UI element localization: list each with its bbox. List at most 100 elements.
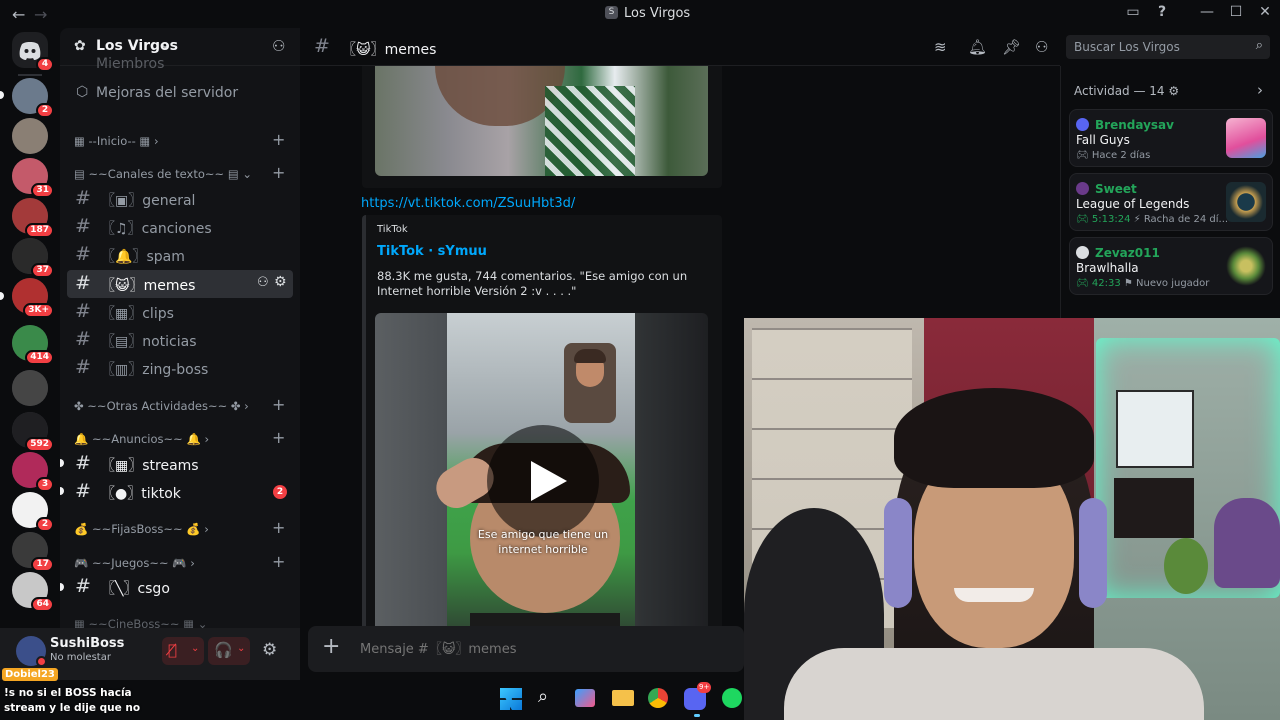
back-arrow-icon[interactable]: ← <box>12 5 25 24</box>
category-juegos[interactable]: 🎮 ~~Juegos~~ 🎮 › <box>74 556 195 570</box>
inbox-icon[interactable]: ▭ <box>1123 4 1143 20</box>
activity-card[interactable]: Zevaz011 Brawlhalla 🎮︎ 42:33 ⚑ Nuevo jug… <box>1069 237 1273 295</box>
channel-memes[interactable]: # 〖😺〗memes ⚇ ⚙ <box>67 270 293 298</box>
chat-message: !s no si el BOSS hacía stream y le dije … <box>4 687 141 714</box>
hash-icon: # <box>75 215 91 237</box>
activity-user: Sweet <box>1095 182 1137 196</box>
guild-icon-6[interactable]: 3K+ <box>12 278 54 318</box>
discord-taskbar-icon[interactable]: 9+ <box>684 682 712 710</box>
search-box[interactable]: Buscar Los Virgos ⌕ <box>1066 35 1270 59</box>
server-boosts-item[interactable]: Mejoras del servidor <box>96 85 238 101</box>
discord-home-button[interactable]: 4 <box>12 32 54 72</box>
invite-icon[interactable]: ⚇ <box>272 37 285 55</box>
category-cine[interactable]: ▦ ~~CineBoss~~ ▦ ⌄ <box>74 617 207 628</box>
guild-icon-8[interactable] <box>12 370 48 406</box>
category-anuncios[interactable]: 🔔 ~~Anuncios~~ 🔔 › <box>74 432 209 446</box>
channel-csgo[interactable]: # 〖╲〗csgo <box>67 573 293 601</box>
channel-clips[interactable]: # 〖▦〗clips <box>67 298 293 326</box>
forward-arrow-icon[interactable]: → <box>34 5 47 24</box>
invite-icon[interactable]: ⚇ <box>257 275 269 290</box>
add-attachment-button[interactable]: + <box>322 636 340 658</box>
add-channel-icon[interactable]: + <box>272 163 285 182</box>
tiktok-embed: TikTok TikTok · sYmuu 88.3K me gusta, 74… <box>362 215 722 655</box>
avatar <box>1076 182 1089 195</box>
avatar <box>1076 246 1089 259</box>
bell-icon[interactable]: 🔔︎ <box>968 38 987 56</box>
guild-icon-3[interactable]: 31 <box>12 158 54 198</box>
embed-title[interactable]: TikTok · sYmuu <box>377 244 487 259</box>
members-icon[interactable]: ⚇ <box>1035 38 1048 56</box>
file-explorer-icon[interactable] <box>612 690 634 706</box>
category-otras[interactable]: ✤ ~~Otras Actividades~~ ✤ › <box>74 399 249 413</box>
close-icon[interactable]: ✕ <box>1255 4 1275 20</box>
message-input[interactable] <box>360 635 730 663</box>
tiktok-video[interactable]: Ese amigo que tiene un internet horrible <box>375 313 708 655</box>
guild-icon-10[interactable]: 3 <box>12 452 54 492</box>
guild-divider <box>18 74 42 76</box>
guild-icon-7[interactable]: 414 <box>12 325 54 365</box>
guild-icon-5[interactable]: 37 <box>12 238 54 278</box>
guild-icon-1[interactable]: 2 <box>12 78 54 118</box>
gear-icon[interactable]: ⚙ <box>274 274 287 290</box>
minimize-icon[interactable]: — <box>1197 4 1217 20</box>
add-channel-icon[interactable]: + <box>272 130 285 149</box>
add-channel-icon[interactable]: + <box>272 395 285 414</box>
activity-card[interactable]: Brendaysav Fall Guys 🎮︎ Hace 2 días <box>1069 109 1273 167</box>
spotify-icon[interactable] <box>722 688 742 708</box>
guild-icon-2[interactable] <box>12 118 48 154</box>
deafen-button[interactable]: 🎧 ⌄ <box>208 637 250 665</box>
meme-image[interactable] <box>375 66 708 176</box>
guild-icon-4[interactable]: 187 <box>12 198 54 238</box>
guild-icon-9[interactable]: 592 <box>12 412 54 452</box>
add-channel-icon[interactable]: + <box>272 552 285 571</box>
activity-game: League of Legends <box>1076 197 1190 211</box>
search-icon[interactable]: ⌕ <box>538 686 548 707</box>
channel-label: spam <box>146 249 185 265</box>
channel-canciones[interactable]: # 〖♫〗canciones <box>67 213 293 241</box>
play-button[interactable] <box>487 425 599 537</box>
server-list: 4 2 31 187 37 3K+ 414 592 3 2 17 64 <box>0 28 60 678</box>
gear-icon[interactable]: ⚙ <box>262 640 277 660</box>
mute-button[interactable]: 🎙̸ ⌄ <box>162 637 204 665</box>
search-input: Buscar Los Virgos <box>1074 40 1180 54</box>
members-item[interactable]: Miembros <box>96 56 164 72</box>
avatar <box>1076 118 1089 131</box>
guild-icon-13[interactable]: 64 <box>12 572 54 612</box>
guild-icon-12[interactable]: 17 <box>12 532 54 572</box>
activity-card[interactable]: Sweet League of Legends 🎮︎ 5:13:24 ⚡ Rac… <box>1069 173 1273 231</box>
threads-icon[interactable]: ≋ <box>934 38 947 56</box>
embed-provider: TikTok <box>377 224 408 235</box>
gear-icon[interactable]: ⚙ <box>1168 84 1179 98</box>
channel-noticias[interactable]: # 〖▤〗noticias <box>67 326 293 354</box>
channel-zing-boss[interactable]: # 〖▥〗zing-boss <box>67 354 293 382</box>
guild-badge: 37 <box>31 263 54 278</box>
channel-spam[interactable]: # 〖🔔〗spam <box>67 241 293 269</box>
category-fijas[interactable]: 💰 ~~FijasBoss~~ 💰 › <box>74 522 209 536</box>
channel-title: 〖😺〗memes <box>342 42 437 58</box>
guild-badge: 2 <box>36 103 54 118</box>
active-app-indicator <box>694 714 700 717</box>
tiktok-link[interactable]: https://vt.tiktok.com/ZSuuHbt3d/ <box>361 196 575 211</box>
channel-label: noticias <box>142 334 197 350</box>
store-icon[interactable] <box>575 689 595 707</box>
server-icon: S <box>605 6 618 19</box>
channel-general[interactable]: # 〖▣〗general <box>67 185 293 213</box>
chrome-icon[interactable] <box>648 688 668 708</box>
activity-sub: 🎮︎ 42:33 ⚑ Nuevo jugador <box>1076 278 1210 289</box>
chevron-right-icon[interactable]: › <box>1257 81 1263 99</box>
category-texto[interactable]: ▤ ~~Canales de texto~~ ▤ ⌄ <box>74 167 252 181</box>
activity-sub-text: Racha de 24 dí... <box>1143 214 1229 225</box>
windows-start-icon[interactable] <box>500 688 522 710</box>
maximize-icon[interactable]: ☐ <box>1226 4 1246 20</box>
chat-header: # 〖😺〗memes ≋ 🔔︎ 📌︎ ⚇ <box>300 28 1060 66</box>
add-channel-icon[interactable]: + <box>272 518 285 537</box>
category-inicio[interactable]: ▦ --Inicio-- ▦ › <box>74 134 159 148</box>
add-channel-icon[interactable]: + <box>272 428 285 447</box>
guild-icon-11[interactable]: 2 <box>12 492 54 532</box>
channel-tiktok[interactable]: # 〖●〗tiktok 2 <box>67 478 293 506</box>
help-icon[interactable]: ? <box>1152 4 1172 20</box>
game-art <box>1226 118 1266 158</box>
title-bar: ← → S Los Virgos ▭ ? — ☐ ✕ <box>0 0 1280 28</box>
pin-icon[interactable]: 📌︎ <box>1002 38 1021 56</box>
channel-streams[interactable]: # 〖▦〗streams <box>67 450 293 478</box>
